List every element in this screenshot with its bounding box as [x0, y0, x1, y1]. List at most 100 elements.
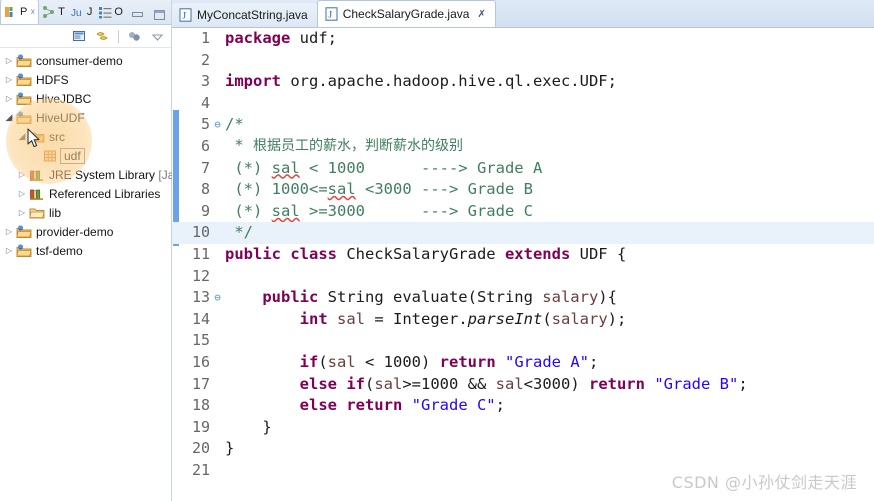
line-number: 10 — [191, 223, 210, 242]
expand-twisty-icon[interactable] — [2, 222, 16, 241]
collapse-twisty-icon[interactable] — [15, 127, 29, 146]
tree-item-hdfs[interactable]: HDFS — [0, 70, 171, 89]
tree-item-label: HDFS — [36, 72, 69, 87]
code-line[interactable]: 1 package udf; — [172, 28, 874, 50]
view-tab-package-explorer[interactable]: P ☓ — [0, 0, 40, 24]
tree-item-tsf-demo[interactable]: tsf-demo — [0, 241, 171, 260]
code-line[interactable]: 14 int sal = Integer.parseInt(salary); — [172, 309, 874, 331]
code-token: "Grade B" — [654, 374, 739, 393]
package-explorer-panel: P ☓ T Ju J O ▷ consumer-demo ▷ HDFS ▷ Hi… — [0, 0, 207, 501]
code-text: (*) sal >=3000 ---> Grade C — [223, 201, 533, 223]
editor-tab-label: CheckSalaryGrade.java — [342, 7, 470, 21]
tree-item-referenced-libraries[interactable]: Referenced Libraries — [0, 184, 171, 203]
view-tab-label: O — [114, 6, 123, 18]
view-tab-outline[interactable]: O — [95, 0, 126, 24]
fold-collapse-icon[interactable]: ⊖ — [212, 287, 223, 309]
tree-item-udf[interactable]: udf — [0, 146, 171, 165]
code-line[interactable]: 19 } — [172, 417, 874, 439]
line-number: 11 — [191, 244, 210, 263]
tree-item-src[interactable]: src — [0, 127, 171, 146]
svg-text:Ju: Ju — [71, 8, 82, 19]
view-menu-icon[interactable] — [127, 29, 142, 44]
code-line[interactable]: 15 — [172, 330, 874, 352]
code-line[interactable]: 7 (*) sal < 1000 ----> Grade A — [172, 158, 874, 180]
expand-twisty-icon[interactable] — [15, 165, 29, 184]
expand-twisty-icon[interactable] — [15, 184, 29, 203]
line-number: 15 — [191, 331, 210, 350]
line-number: 7 — [200, 158, 210, 177]
tree-item-label: provider-demo — [36, 224, 114, 239]
type-hierarchy-icon — [42, 5, 56, 19]
editor-tab-close-icon[interactable]: ✗ — [477, 9, 485, 20]
code-line[interactable]: 13 ⊖ public String evaluate(String salary… — [172, 287, 874, 309]
code-token: ; — [738, 374, 748, 393]
expand-twisty-icon[interactable] — [2, 89, 16, 108]
line-number: 13 — [191, 288, 210, 307]
tree-item-label: udf — [60, 147, 85, 164]
package-explorer-toolbar — [0, 25, 171, 48]
line-number: 21 — [191, 460, 210, 479]
expand-twisty-icon[interactable] — [2, 51, 16, 70]
code-text: public class CheckSalaryGrade extends UD… — [223, 244, 626, 266]
code-lines[interactable]: 1 package udf; 2 3 import org.apache.hadoop.… — [172, 28, 874, 481]
expand-twisty-icon[interactable] — [2, 70, 16, 89]
tree-item-hiveudf[interactable]: HiveUDF — [0, 108, 171, 127]
editor-area: J MyConcatString.java J CheckSalaryGrade.ja… — [172, 0, 874, 501]
code-line[interactable]: 12 — [172, 266, 874, 288]
tree-item-label: src — [49, 129, 65, 144]
view-tab-label: J — [86, 6, 93, 18]
maximize-icon[interactable] — [152, 8, 167, 21]
tree-item-label: HiveUDF — [36, 110, 85, 125]
java-project-icon — [16, 91, 32, 107]
link-with-editor-icon[interactable] — [72, 29, 87, 44]
code-token: */ — [225, 223, 253, 242]
expand-twisty-icon[interactable] — [15, 203, 29, 222]
code-line[interactable]: 6 * 根据员工的薪水，判断薪水的级别 — [172, 136, 874, 158]
code-line[interactable]: 2 — [172, 50, 874, 72]
tree-item-lib[interactable]: lib — [0, 203, 171, 222]
code-line[interactable]: 8 (*) 1000<=sal <3000 ---> Grade B — [172, 179, 874, 201]
code-line[interactable]: 17 else if(sal>=1000 && sal<3000) return… — [172, 374, 874, 396]
code-line[interactable]: 9 (*) sal >=3000 ---> Grade C — [172, 201, 874, 223]
code-line[interactable]: 20} — [172, 438, 874, 460]
editor-tab-myconcatstring[interactable]: J MyConcatString.java — [172, 3, 317, 27]
line-number: 18 — [191, 396, 210, 415]
collapse-twisty-icon[interactable] — [2, 108, 16, 127]
java-project-icon — [16, 53, 32, 69]
minimize-icon[interactable] — [130, 8, 145, 21]
code-line[interactable]: 3 import org.apache.hadoop.hive.ql.exec.U… — [172, 71, 874, 93]
outline-icon — [98, 5, 112, 19]
code-editor[interactable]: 1 package udf; 2 3 import org.apache.hadoop.… — [172, 28, 874, 501]
view-tab-label: T — [58, 6, 65, 18]
editor-tabbar: J MyConcatString.java J CheckSalaryGrade.ja… — [172, 0, 874, 28]
view-tab-close-icon[interactable]: ☓ — [30, 7, 35, 18]
line-number: 19 — [191, 417, 210, 436]
code-token: } — [225, 439, 235, 458]
code-text: } — [223, 438, 234, 460]
project-tree[interactable]: consumer-demo HDFS HiveJDBC HiveUDF src udfJR… — [0, 48, 207, 260]
fold-collapse-icon[interactable]: ⊖ — [212, 114, 223, 136]
tree-item-jre-system-library[interactable]: JRE System Library [JavaSE- — [0, 165, 207, 184]
view-tab-type-hierarchy[interactable]: T — [39, 0, 68, 24]
tree-item-label: lib — [49, 205, 62, 220]
code-line[interactable]: 4 — [172, 93, 874, 115]
view-tabbar: P ☓ T Ju J O — [0, 0, 171, 25]
expand-twisty-icon[interactable] — [2, 241, 16, 260]
collapse-all-icon[interactable] — [95, 29, 110, 44]
view-dropdown-icon[interactable] — [150, 29, 165, 44]
tree-item-consumer-demo[interactable]: consumer-demo — [0, 51, 171, 70]
code-line[interactable]: 18 else return "Grade C"; — [172, 395, 874, 417]
tree-item-provider-demo[interactable]: provider-demo — [0, 222, 171, 241]
code-line[interactable]: 10 */ — [172, 222, 874, 244]
code-line[interactable]: 11 public class CheckSalaryGrade extends … — [172, 244, 874, 266]
view-tab-junit[interactable]: Ju J — [68, 0, 96, 24]
code-line[interactable]: 5 ⊖/* — [172, 114, 874, 136]
code-line[interactable]: 16 if(sal < 1000) return "Grade A"; — [172, 352, 874, 374]
tree-item-hivejdbc[interactable]: HiveJDBC — [0, 89, 171, 108]
java-project-icon — [16, 110, 32, 126]
code-token: ( — [364, 374, 375, 393]
code-token: (*) — [225, 158, 272, 177]
code-token: } — [225, 417, 272, 436]
editor-tab-checksalarygrade[interactable]: J CheckSalaryGrade.java ✗ — [316, 0, 496, 27]
